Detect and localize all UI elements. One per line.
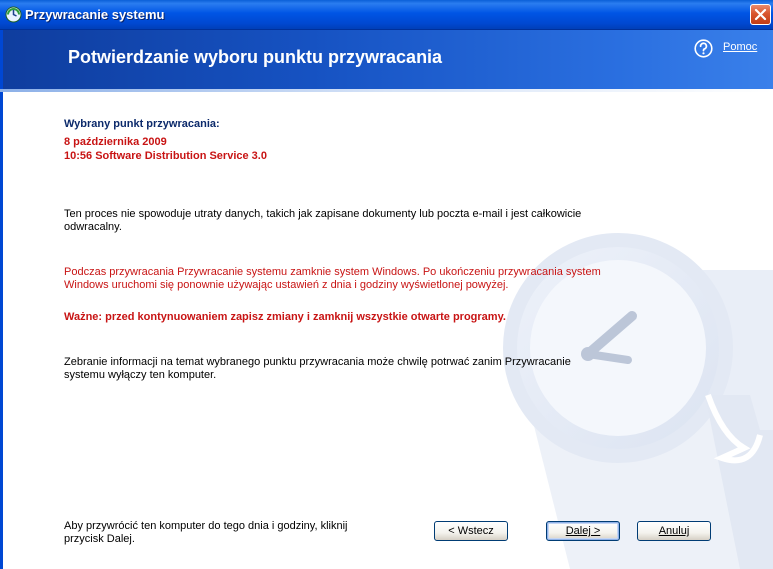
system-restore-window: Przywracanie systemu Potwierdzanie wybor… [0,0,773,569]
cancel-button[interactable]: Anuluj [637,521,711,541]
restore-point-heading: Wybrany punkt przywracania: [64,118,220,130]
wizard-content: Wybrany punkt przywracania: 8 październi… [0,0,773,569]
back-button-label: < Wstecz [448,525,494,537]
windows-close-text: Podczas przywracania Przywracanie system… [64,266,601,278]
cancel-button-label: Anuluj [658,525,690,537]
instruction-text: Aby przywrócić ten komputer do tego dnia… [64,520,348,532]
back-button[interactable]: < Wstecz [434,521,508,541]
next-button[interactable]: Dalej > [546,521,620,541]
restore-point-details: 10:56 Software Distribution Service 3.0 [64,150,267,162]
shutdown-text-cont: systemu wyłączy ten komputer. [64,369,217,381]
instruction-text-cont: przycisk Dalej. [64,533,135,545]
next-button-label: Dalej > [565,525,601,537]
warning-text: Ważne: przed kontynuowaniem zapisz zmian… [64,311,506,323]
no-data-loss-text: Ten proces nie spowoduje utraty danych, … [64,208,582,220]
windows-close-text-cont: Windows uruchomi się ponownie używając u… [64,279,509,291]
restore-point-date: 8 października 2009 [64,136,167,148]
shutdown-text: Zebranie informacji na temat wybranego p… [64,356,571,368]
no-data-loss-text-cont: odwracalny. [64,221,122,233]
